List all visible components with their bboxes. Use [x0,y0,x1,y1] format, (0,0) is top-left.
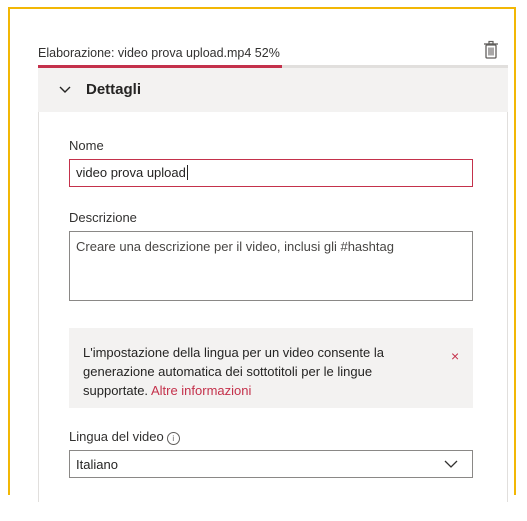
upload-status-row: Elaborazione: video prova upload.mp4 52% [38,40,508,66]
name-label: Nome [69,138,104,153]
description-input[interactable]: Creare una descrizione per il video, inc… [69,231,473,301]
name-value: video prova upload [76,165,186,180]
details-content: Nome video prova upload Descrizione Crea… [38,112,508,502]
text-caret [186,165,188,180]
language-info-banner: L'impostazione della lingua per un video… [69,328,473,408]
language-label-text: Lingua del video [69,429,164,444]
more-info-link[interactable]: Altre informazioni [151,383,251,398]
chevron-down-icon [59,86,71,93]
details-section-header[interactable]: Dettagli [38,68,508,112]
chevron-down-icon [444,460,458,468]
close-icon[interactable]: × [451,347,459,366]
description-label: Descrizione [69,210,137,225]
language-value: Italiano [76,457,118,472]
info-icon[interactable]: i [166,432,180,445]
upload-status-text: Elaborazione: video prova upload.mp4 52% [38,46,280,60]
language-select[interactable]: Italiano [69,450,473,478]
language-label: Lingua del video i [69,429,180,445]
trash-icon[interactable] [483,40,499,60]
name-input[interactable]: video prova upload [69,159,473,187]
upload-panel: Elaborazione: video prova upload.mp4 52%… [38,40,508,502]
details-title: Dettagli [86,81,142,98]
description-placeholder: Creare una descrizione per il video, inc… [76,239,394,254]
